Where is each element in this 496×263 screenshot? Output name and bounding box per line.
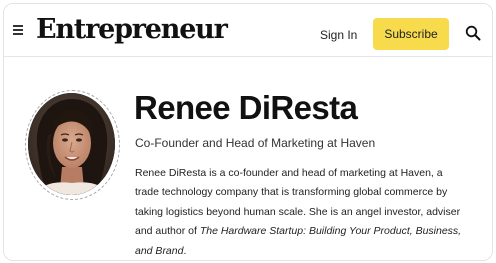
- site-logo[interactable]: Entrepreneur: [36, 15, 228, 45]
- subscribe-button[interactable]: Subscribe: [373, 18, 449, 50]
- author-name: Renee DiResta: [134, 89, 358, 126]
- content-frame: Entrepreneur Sign In Subscribe Renee DiR…: [3, 3, 493, 261]
- book-title-continued: and Brand: [135, 244, 184, 257]
- bio-line: and author of The Hardware Startup: Buil…: [135, 222, 485, 241]
- author-portrait-photo: [28, 93, 115, 195]
- bio-line: and Brand.: [135, 242, 485, 260]
- bio-text: and author of: [135, 225, 200, 238]
- bio-text: .: [183, 244, 187, 257]
- site-header: Entrepreneur Sign In Subscribe: [4, 4, 492, 57]
- sign-in-link[interactable]: Sign In: [320, 28, 357, 42]
- hamburger-menu-icon[interactable]: [13, 25, 23, 35]
- book-title: The Hardware Startup: Building Your Prod…: [199, 225, 462, 238]
- bio-line: taking logistics beyond human scale. She…: [135, 205, 461, 218]
- bio-line: Renee DiResta is a co-founder and head o…: [135, 167, 443, 179]
- bio-line: trade technology company that is transfo…: [135, 186, 448, 199]
- author-bio: Renee DiResta is a co-founder and head o…: [135, 164, 485, 260]
- page: Entrepreneur Sign In Subscribe Renee DiR…: [0, 0, 496, 263]
- search-icon[interactable]: [465, 25, 481, 41]
- author-role: Co-Founder and Head of Marketing at Have…: [135, 136, 376, 150]
